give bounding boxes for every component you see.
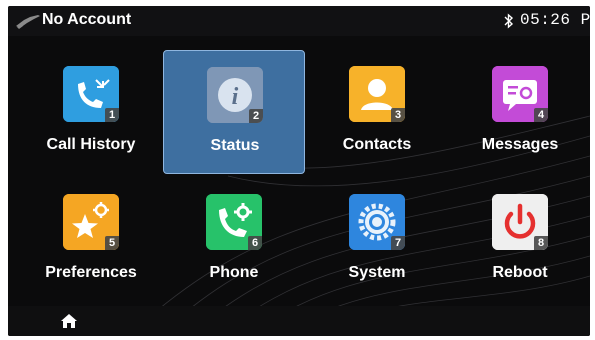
gear-icon: 7	[349, 194, 405, 250]
menu-number-badge: 7	[391, 236, 405, 250]
menu-item-label: Phone	[209, 264, 259, 281]
menu-item-label: System	[348, 264, 406, 281]
menu-number-badge: 4	[534, 108, 548, 122]
menu-item-system[interactable]: 7 System	[306, 178, 448, 302]
menu-item-contacts[interactable]: 3 Contacts	[306, 50, 448, 174]
menu-item-label: Status	[210, 137, 260, 154]
menu-item-label: Contacts	[342, 136, 412, 153]
menu-number-badge: 8	[534, 236, 548, 250]
account-label: No Account	[42, 11, 132, 28]
star-gear-icon: 5	[63, 194, 119, 250]
menu-number-badge: 3	[391, 108, 405, 122]
contact-icon: 3	[349, 66, 405, 122]
svg-text:i: i	[232, 84, 239, 110]
menu-number-badge: 5	[105, 236, 119, 250]
power-icon: 8	[492, 194, 548, 250]
menu-item-label: Call History	[46, 136, 136, 153]
call-history-icon: 1	[63, 66, 119, 122]
status-bar: No Account 05:26 PM	[8, 6, 590, 36]
menu-number-badge: 6	[248, 236, 262, 250]
menu-item-label: Reboot	[492, 264, 548, 281]
phone-screen: No Account 05:26 PM 1 Call History i 2	[8, 6, 590, 336]
menu-item-status[interactable]: i 2 Status	[163, 50, 305, 174]
menu-item-reboot[interactable]: 8 Reboot	[449, 178, 590, 302]
bottom-bar	[8, 306, 590, 336]
bluetooth-icon	[504, 13, 514, 29]
menu-item-messages[interactable]: 4 Messages	[449, 50, 590, 174]
menu-item-phone[interactable]: 6 Phone	[163, 178, 305, 302]
clock: 05:26 PM	[520, 11, 590, 29]
menu-item-preferences[interactable]: 5 Preferences	[20, 178, 162, 302]
menu-number-badge: 1	[105, 108, 119, 122]
message-icon: 4	[492, 66, 548, 122]
menu-number-badge: 2	[249, 109, 263, 123]
menu-item-call-history[interactable]: 1 Call History	[20, 50, 162, 174]
handset-icon	[16, 15, 40, 29]
info-icon: i 2	[207, 67, 263, 123]
phone-gear-icon: 6	[206, 194, 262, 250]
home-icon[interactable]	[60, 312, 78, 330]
menu-item-label: Preferences	[45, 264, 137, 281]
menu-item-label: Messages	[481, 136, 559, 153]
